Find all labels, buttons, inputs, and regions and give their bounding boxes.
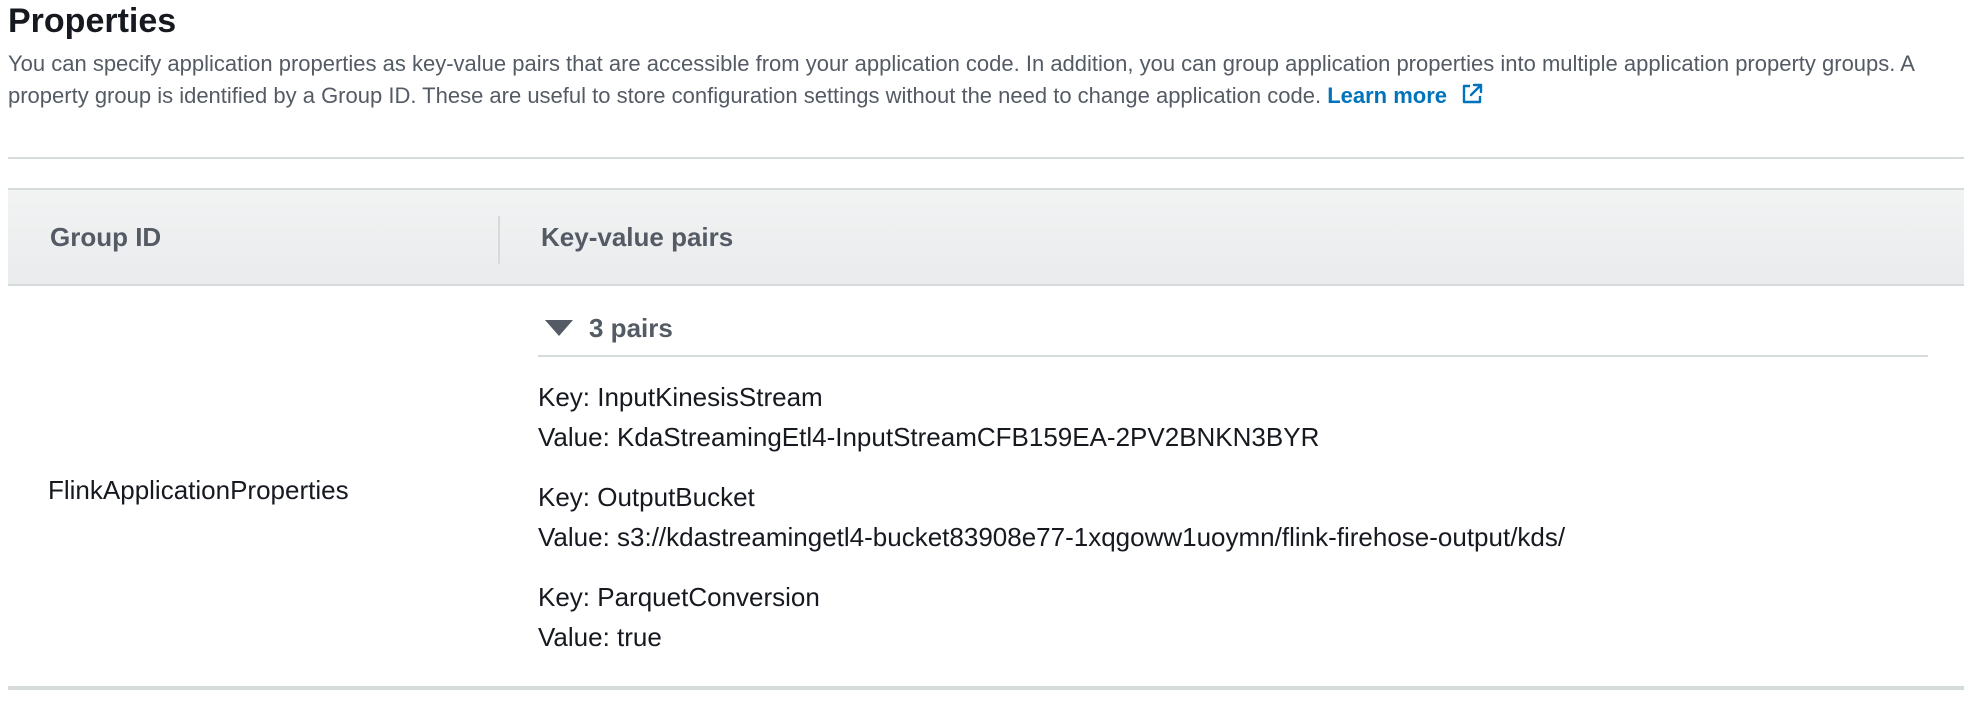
learn-more-label[interactable]: Learn more [1327,83,1447,108]
column-header-key-value-pairs[interactable]: Key-value pairs [541,190,733,284]
pairs-divider [538,355,1928,357]
pair-key: Key: ParquetConversion [538,582,820,612]
group-id-cell: FlinkApplicationProperties [48,475,349,505]
section-divider [8,157,1964,159]
column-header-group-id[interactable]: Group ID [50,190,161,284]
caret-down-icon[interactable] [545,320,573,336]
properties-panel: Properties You can specify application p… [0,0,1972,702]
section-description: You can specify application properties a… [8,48,1958,112]
key-value-pair: Key: ParquetConversion Value: true [538,577,820,657]
pairs-expander[interactable]: 3 pairs [545,310,673,346]
pair-value: Value: KdaStreamingEtl4-InputStreamCFB15… [538,422,1320,452]
external-link-icon[interactable] [1459,81,1485,107]
properties-table: Group ID Key-value pairs FlinkApplicatio… [8,188,1964,693]
key-value-pair: Key: OutputBucket Value: s3://kdastreami… [538,477,1565,557]
pairs-count-label[interactable]: 3 pairs [589,313,673,344]
pair-key: Key: InputKinesisStream [538,382,823,412]
pair-value: Value: s3://kdastreamingetl4-bucket83908… [538,522,1566,552]
learn-more-link[interactable]: Learn more [1327,83,1485,108]
pair-value: Value: true [538,622,662,652]
description-text: You can specify application properties a… [8,51,1914,108]
table-header: Group ID Key-value pairs [8,188,1964,286]
section-title: Properties [8,2,177,40]
pair-key: Key: OutputBucket [538,482,755,512]
key-value-pair: Key: InputKinesisStream Value: KdaStream… [538,377,1319,457]
column-separator [498,216,500,264]
table-bottom-border [8,686,1964,690]
